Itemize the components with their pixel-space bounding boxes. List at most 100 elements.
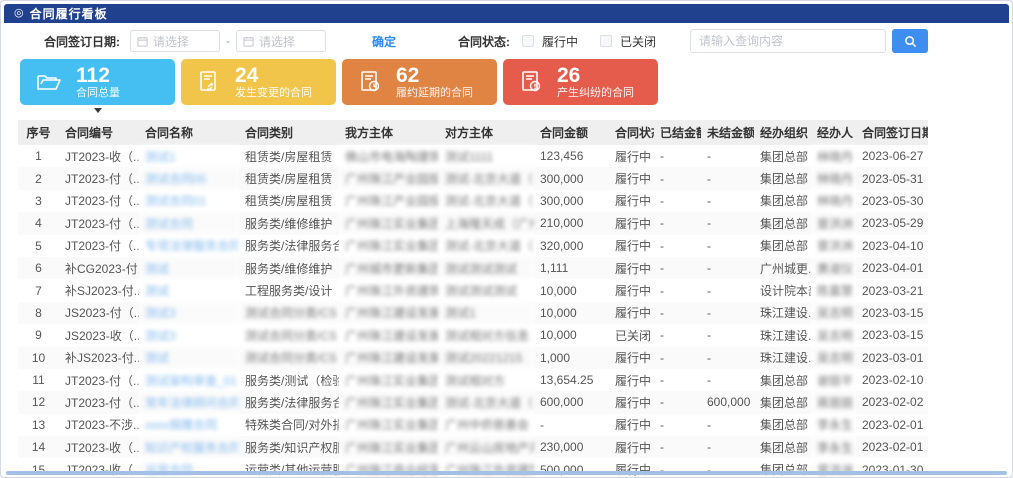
table-cell: 4 (18, 212, 59, 234)
table-cell: 2023-04-01 (856, 257, 928, 279)
horizontal-scrollbar[interactable] (6, 471, 1007, 475)
checkbox-icon[interactable] (600, 35, 612, 47)
table-row: 9JS2023-收（...测试3测试合同分类/CS广州珠江建设发展有限...测试… (18, 324, 928, 346)
table-row: 13JT2023-不涉...xxxx捐赠合同特殊类合同/对外捐赠广州珠江实业集团… (18, 414, 928, 436)
checkbox-performing[interactable]: 履行中 (522, 33, 578, 50)
contract-name-link[interactable]: 测试3 (139, 324, 239, 346)
table-cell: 10 (18, 347, 59, 369)
column-header: 我方主体 (339, 120, 439, 145)
table-cell: 11 (18, 369, 59, 391)
table-cell: 珠江建设... (754, 324, 811, 346)
table-cell: 服务类/法律服务合同 (239, 235, 339, 257)
table-cell: 2023-03-15 (856, 324, 928, 346)
table-cell: 曾洪洲（... (811, 212, 856, 234)
table-cell: - (654, 391, 701, 413)
table-row: 5JT2023-付（...专项法律服务合同服务类/法律服务合同广州珠江实业集团有… (18, 235, 928, 257)
contract-name-link[interactable]: 测试 (139, 347, 239, 369)
table-cell: 广州珠江实业集团有限... (339, 235, 439, 257)
table-cell: 2023-03-21 (856, 279, 928, 301)
page-title: 合同履行看板 (30, 5, 108, 22)
table-cell: 林晓丹（... (811, 190, 856, 212)
table-cell: 广州珠江建设发展有限... (339, 302, 439, 324)
contract-name-link[interactable]: 测试合同 (139, 212, 239, 234)
contract-name-link[interactable]: 测试合同01 (139, 190, 239, 212)
table-cell: 广州珠江实业集团有限... (339, 414, 439, 436)
search-icon (904, 35, 917, 48)
table-cell: - (534, 414, 609, 436)
table-cell: 黄淑仪（... (811, 257, 856, 279)
search-input[interactable] (690, 29, 886, 53)
table-cell: 测试测试测试 (439, 257, 534, 279)
table-cell: 广州珠江外资建筑设计... (339, 279, 439, 301)
confirm-button[interactable]: 确定 (372, 33, 396, 50)
date-end-input[interactable]: 请选择 (236, 30, 326, 52)
table-cell: 测试-北京大道（长沙）... (439, 235, 534, 257)
contract-dashboard-window: ◎ 合同履行看板 合同签订日期: 请选择 - 请选择 确定 合同状态: 履行中 … (0, 0, 1013, 478)
table-cell: 履行中 (609, 436, 654, 458)
table-cell: JT2023-收（... (59, 145, 139, 167)
table-cell: 林晓丹（... (811, 167, 856, 189)
contract-name-link[interactable]: 知识产权服务合同 (139, 436, 239, 458)
table-cell: 履行中 (609, 414, 654, 436)
table-cell: 履行中 (609, 279, 654, 301)
contract-name-link[interactable]: 测试合同05 (139, 167, 239, 189)
table-cell: 运营类/其他运营服务 (239, 458, 339, 478)
table-cell: 广州珠江外资建筑设计... (439, 458, 534, 478)
table-cell: 1 (18, 145, 59, 167)
table-cell: 广州城市更新集团有限... (339, 257, 439, 279)
table-cell: 2023-02-10 (856, 369, 928, 391)
table-cell: 210,000 (534, 212, 609, 234)
contract-name-link[interactable]: 测试 (139, 257, 239, 279)
contract-name-link[interactable]: 常年法律顾问合同 (139, 391, 239, 413)
table-cell: 2023-01-30 (856, 458, 928, 478)
search-button[interactable] (892, 29, 928, 53)
table-cell: 上海隆天成（广州）律... (439, 212, 534, 234)
table-cell: JT2023-付（... (59, 391, 139, 413)
table-cell: - (701, 235, 754, 257)
checkbox-icon[interactable] (522, 35, 534, 47)
stat-card-disputed[interactable]: 26 产生纠纷的合同 (503, 59, 658, 105)
stat-card-total[interactable]: 112 合同总量 (20, 59, 175, 105)
table-cell: JT2023-付（... (59, 369, 139, 391)
table-cell: 5 (18, 235, 59, 257)
table-cell: 服务类/维修维护 (239, 257, 339, 279)
table-cell: 12 (18, 391, 59, 413)
selected-card-arrow (94, 108, 102, 113)
search-area (690, 29, 928, 53)
contract-name-link[interactable]: 测试1 (139, 145, 239, 167)
table-cell: JS2023-收（... (59, 324, 139, 346)
table-cell: 补JS2023-付... (59, 347, 139, 369)
table-cell: 租赁类/房屋租赁 (239, 167, 339, 189)
table-cell: 广州珠江实业集团有限... (339, 436, 439, 458)
table-cell: 集团总部 (754, 458, 811, 478)
contract-name-link[interactable]: xxxx捐赠合同 (139, 414, 239, 436)
table-cell: - (701, 324, 754, 346)
table-cell: 集团总部 (754, 391, 811, 413)
contract-name-link[interactable]: 专项法律服务合同 (139, 235, 239, 257)
checkbox-closed-label: 已关闭 (620, 33, 656, 50)
date-start-input[interactable]: 请选择 (130, 30, 220, 52)
calendar-icon (243, 36, 254, 47)
contract-name-link[interactable]: 测试3 (139, 302, 239, 324)
doc-dispute-icon (519, 70, 543, 94)
column-header: 序号 (18, 120, 59, 145)
column-header[interactable]: 合同签订日期 (856, 120, 928, 145)
contract-name-link[interactable]: 测试 (139, 279, 239, 301)
table-cell: 10,000 (534, 302, 609, 324)
table-cell: 广州珠江实业集团有限... (339, 212, 439, 234)
table-cell: 蒋丽丽（... (811, 391, 856, 413)
checkbox-closed[interactable]: 已关闭 (600, 33, 656, 50)
table-cell: 珠江建设... (754, 302, 811, 324)
table-cell: 集团总部 (754, 190, 811, 212)
contract-name-link[interactable]: 运营合同 (139, 458, 239, 478)
table-cell: 2023-02-01 (856, 414, 928, 436)
stat-card-changed[interactable]: 24 发生变更的合同 (181, 59, 336, 105)
table-cell: 履行中 (609, 302, 654, 324)
table-cell: 测试合同分类/CS (239, 347, 339, 369)
table-cell: 集团总部 (754, 212, 811, 234)
stat-card-delayed[interactable]: 62 履约延期的合同 (342, 59, 497, 105)
contract-name-link[interactable]: 测试架构审查_01 (139, 369, 239, 391)
table-cell: 工程服务类/设计 (239, 279, 339, 301)
table-cell: 服务类/法律服务合同 (239, 391, 339, 413)
table-cell: 履行中 (609, 212, 654, 234)
